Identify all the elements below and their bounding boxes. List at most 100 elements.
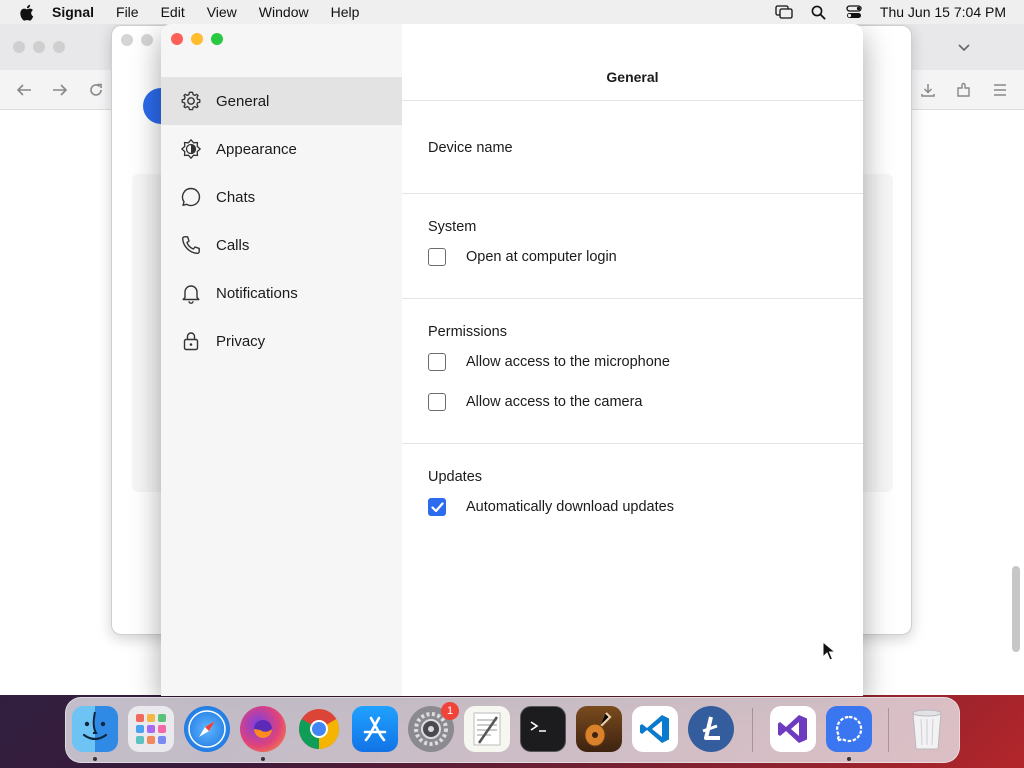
device-name-label: Device name: [428, 140, 513, 156]
nav-label-chats: Chats: [216, 188, 256, 206]
browser-scrollbar[interactable]: [1012, 566, 1020, 652]
close-window-button[interactable]: [171, 33, 183, 45]
bg-window-close-button[interactable]: [121, 34, 133, 46]
open-at-login-row[interactable]: Open at computer login: [428, 248, 617, 266]
dock-safari[interactable]: [184, 706, 230, 752]
section-divider: [402, 298, 863, 299]
dock-chrome[interactable]: [296, 706, 342, 752]
settings-content: General Device name System Open at compu…: [402, 24, 863, 696]
dock-app-store[interactable]: [352, 706, 398, 752]
firefox-icon: [254, 720, 272, 738]
signal-chat-icon: [835, 715, 863, 743]
menu-bar-clock[interactable]: Thu Jun 15 7:04 PM: [880, 4, 1006, 20]
dock-garageband[interactable]: [576, 706, 622, 752]
dock-vscode[interactable]: [632, 706, 678, 752]
section-divider: [402, 193, 863, 194]
visual-studio-icon: [778, 715, 807, 743]
camera-access-label[interactable]: Allow access to the camera: [466, 394, 643, 410]
textedit-page-icon: [473, 712, 501, 746]
open-at-login-label[interactable]: Open at computer login: [466, 249, 617, 265]
microphone-access-checkbox[interactable]: [428, 353, 446, 371]
back-arrow-icon[interactable]: [16, 82, 32, 98]
auto-download-updates-checkbox[interactable]: [428, 498, 446, 516]
dock-visual-studio[interactable]: [770, 706, 816, 752]
terminal-prompt-icon: [530, 721, 546, 732]
menu-edit[interactable]: Edit: [161, 4, 185, 20]
checkmark-icon: [430, 501, 444, 512]
settings-sidebar: General Appearance Chats Calls Notificat…: [161, 24, 402, 696]
forward-arrow-icon[interactable]: [52, 82, 68, 98]
nav-item-privacy[interactable]: Privacy: [161, 317, 402, 365]
menu-file[interactable]: File: [116, 4, 139, 20]
screen-mirroring-icon[interactable]: [775, 4, 793, 20]
microphone-access-label[interactable]: Allow access to the microphone: [466, 354, 670, 370]
browser-minimize-button[interactable]: [33, 41, 45, 53]
page-title: General: [606, 69, 659, 85]
dock-textedit[interactable]: [464, 706, 510, 752]
nav-item-chats[interactable]: Chats: [161, 173, 402, 221]
dock-litecoin[interactable]: [688, 706, 734, 752]
chrome-icon: [299, 709, 339, 749]
microphone-access-row[interactable]: Allow access to the microphone: [428, 353, 670, 371]
system-section-label: System: [428, 219, 477, 235]
launchpad-grid-icon: [136, 714, 166, 744]
dock-firefox[interactable]: [240, 706, 286, 752]
section-divider: [402, 443, 863, 444]
open-at-login-checkbox[interactable]: [428, 248, 446, 266]
nav-label-appearance: Appearance: [216, 140, 297, 158]
nav-item-notifications[interactable]: Notifications: [161, 269, 402, 317]
browser-zoom-button[interactable]: [53, 41, 65, 53]
dock-launchpad[interactable]: [128, 706, 174, 752]
dock-signal[interactable]: [826, 706, 872, 752]
chevron-down-icon[interactable]: [956, 39, 972, 55]
chat-bubble-icon: [180, 186, 202, 208]
menu-app-name[interactable]: Signal: [52, 4, 94, 20]
lock-icon: [180, 330, 202, 352]
spotlight-search-icon[interactable]: [810, 4, 828, 20]
extensions-icon[interactable]: [956, 82, 972, 98]
auto-download-updates-row[interactable]: Automatically download updates: [428, 498, 674, 516]
minimize-window-button[interactable]: [191, 33, 203, 45]
dock-finder[interactable]: [72, 706, 118, 752]
phone-icon: [180, 234, 202, 256]
auto-download-updates-label[interactable]: Automatically download updates: [466, 499, 674, 515]
app-store-icon: [363, 716, 387, 742]
guitar-icon: [584, 712, 612, 747]
menu-view[interactable]: View: [207, 4, 237, 20]
menu-help[interactable]: Help: [331, 4, 360, 20]
dock: 1: [65, 697, 960, 763]
reload-icon[interactable]: [88, 82, 104, 98]
finder-running-indicator: [93, 757, 97, 761]
litecoin-icon: [702, 716, 720, 740]
camera-access-checkbox[interactable]: [428, 393, 446, 411]
menu-window[interactable]: Window: [259, 4, 309, 20]
download-icon[interactable]: [920, 82, 936, 98]
bell-icon: [180, 282, 202, 304]
dock-terminal[interactable]: [520, 706, 566, 752]
nav-item-calls[interactable]: Calls: [161, 221, 402, 269]
gear-icon: [180, 90, 202, 112]
title-divider: [402, 100, 863, 101]
finder-icon: [82, 711, 108, 741]
appearance-icon: [180, 138, 202, 160]
bg-window-minimize-button[interactable]: [141, 34, 153, 46]
vscode-icon: [640, 715, 669, 743]
safari-compass-icon: [188, 710, 226, 748]
dock-separator: [752, 708, 753, 752]
browser-close-button[interactable]: [13, 41, 25, 53]
settings-nav: General Appearance Chats Calls Notificat…: [161, 77, 402, 365]
nav-label-notifications: Notifications: [216, 284, 298, 302]
signal-running-indicator: [847, 757, 851, 761]
nav-item-appearance[interactable]: Appearance: [161, 125, 402, 173]
apple-menu-icon[interactable]: [19, 4, 35, 21]
zoom-window-button[interactable]: [211, 33, 223, 45]
menu-bar: Signal File Edit View Window Help Thu Ju…: [0, 0, 1024, 24]
window-controls: [171, 33, 223, 45]
control-center-icon[interactable]: [845, 4, 863, 20]
camera-access-row[interactable]: Allow access to the camera: [428, 393, 643, 411]
dock-separator: [888, 708, 889, 752]
nav-item-general[interactable]: General: [161, 77, 402, 125]
hamburger-menu-icon[interactable]: [992, 82, 1008, 98]
firefox-running-indicator: [261, 757, 265, 761]
dock-trash[interactable]: [904, 706, 950, 752]
